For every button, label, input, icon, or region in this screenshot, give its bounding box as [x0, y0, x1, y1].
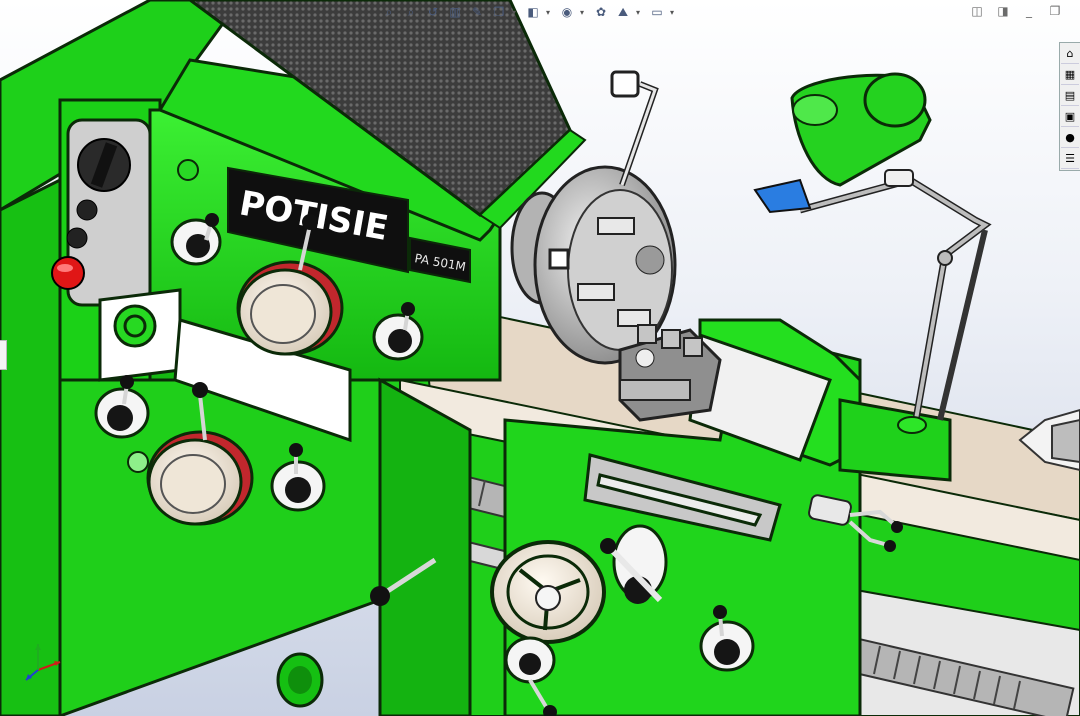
apply-scene-icon[interactable]: ⛰ [614, 3, 632, 21]
display-style-icon[interactable]: ◧ [524, 3, 542, 21]
design-library-icon[interactable]: ▦ [1061, 65, 1079, 85]
edit-appearance-icon[interactable]: ✿ [592, 3, 610, 21]
chevron-down-icon[interactable]: ▾ [546, 3, 554, 21]
dynamic-annotation-icon[interactable]: ✎ [468, 3, 486, 21]
restore-icon[interactable]: ❐ [1048, 4, 1062, 18]
pilot-light-2 [66, 227, 88, 249]
emergency-stop-button[interactable] [51, 256, 85, 290]
indicator-light [127, 451, 149, 473]
control-panel [51, 118, 152, 307]
graphics-viewport[interactable]: POTISIE PA 501M [0, 0, 1080, 716]
gauge-icon [113, 304, 157, 348]
pilot-light-1 [76, 199, 98, 221]
home-icon[interactable]: ⌂ [1061, 44, 1079, 64]
tile-left-icon[interactable]: ◫ [970, 4, 984, 18]
view-orientation-icon[interactable]: ❒ [490, 3, 508, 21]
view-palette-icon[interactable]: ▣ [1061, 107, 1079, 127]
chevron-down-icon[interactable]: ▾ [636, 3, 644, 21]
heads-up-view-toolbar: ⌕ ⌕ ↺ ▥ ✎ ❒ ▾ ◧ ▾ ◉ ▾ ✿ ⛰ ▾ ▭ ▾ [380, 2, 678, 22]
file-explorer-icon[interactable]: ▤ [1061, 86, 1079, 106]
tile-right-icon[interactable]: ◨ [996, 4, 1010, 18]
chevron-down-icon[interactable]: ▾ [580, 3, 588, 21]
indicator-light [177, 159, 199, 181]
appearances-icon[interactable]: ● [1061, 128, 1079, 148]
window-controls: ◫ ◨ _ ❐ [970, 4, 1062, 18]
apron-handwheel[interactable] [490, 540, 606, 644]
hide-show-items-icon[interactable]: ◉ [558, 3, 576, 21]
reference-triad [25, 644, 61, 681]
task-pane-tabs: ⌂ ▦ ▤ ▣ ● ☰ [1059, 42, 1080, 171]
minimize-icon[interactable]: _ [1022, 4, 1036, 18]
chevron-down-icon[interactable]: ▾ [512, 3, 520, 21]
view-settings-icon[interactable]: ▭ [648, 3, 666, 21]
previous-view-icon[interactable]: ↺ [424, 3, 442, 21]
custom-properties-icon[interactable]: ☰ [1061, 149, 1079, 169]
zoom-to-area-icon[interactable]: ⌕ [402, 3, 420, 21]
section-view-icon[interactable]: ▥ [446, 3, 464, 21]
feature-manager-expand-handle[interactable] [0, 340, 7, 370]
zoom-to-fit-icon[interactable]: ⌕ [380, 3, 398, 21]
chevron-down-icon[interactable]: ▾ [670, 3, 678, 21]
